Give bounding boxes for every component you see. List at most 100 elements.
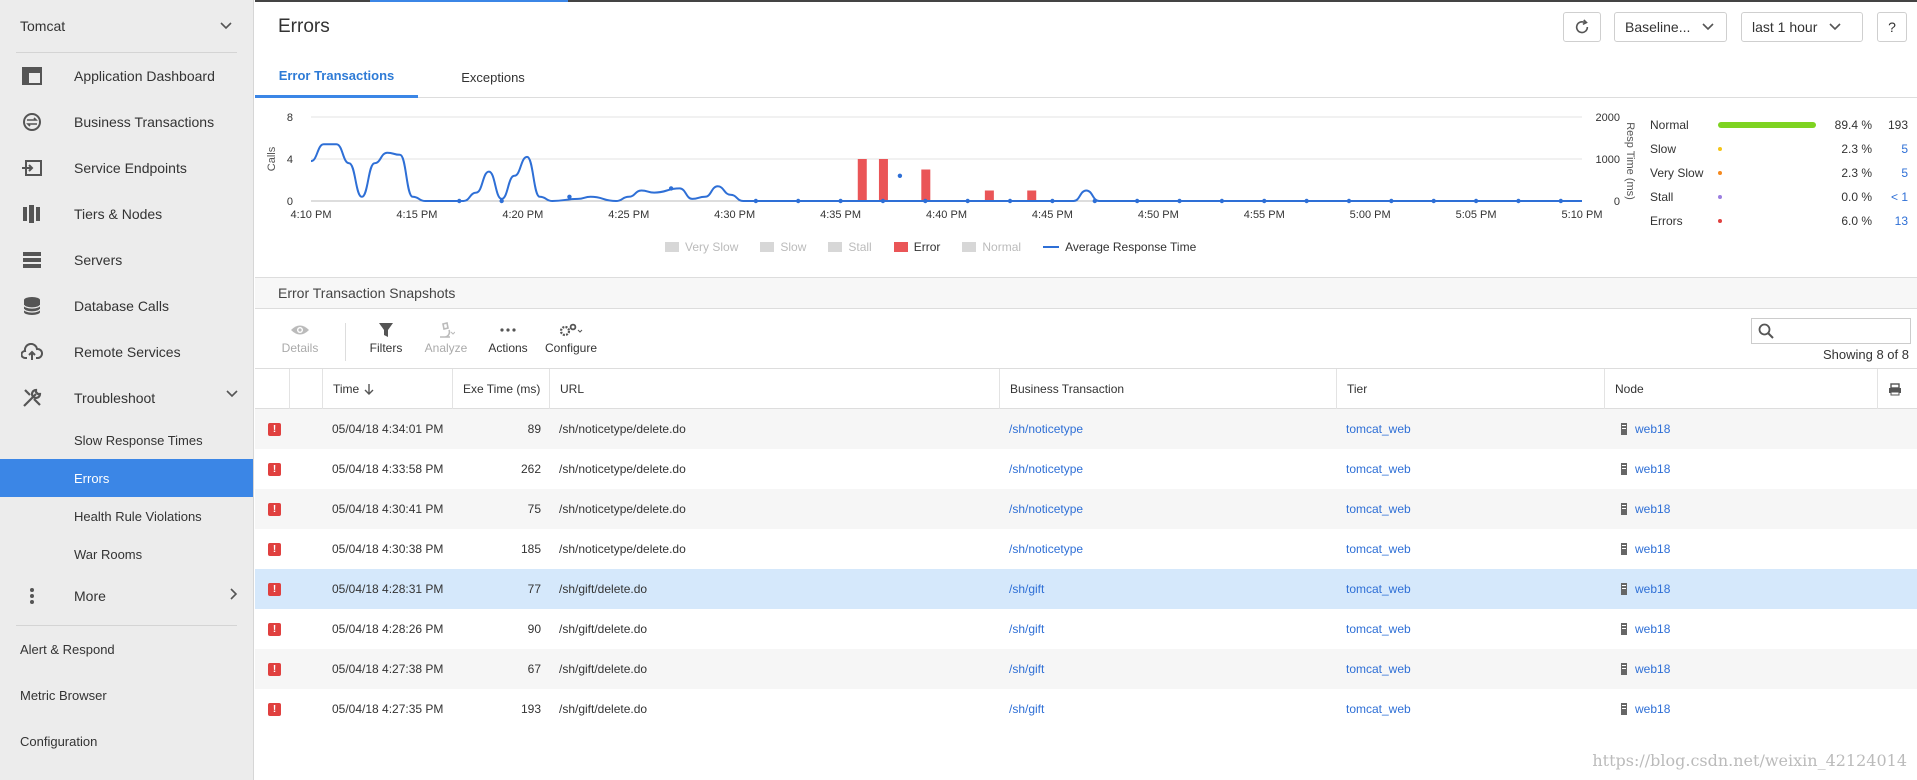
cell-business-transaction-link[interactable]: /sh/gift <box>1009 689 1044 729</box>
cell-tier-link[interactable]: tomcat_web <box>1346 409 1411 449</box>
col-node[interactable]: Node <box>1604 369 1833 409</box>
cell-tier-link[interactable]: tomcat_web <box>1346 489 1411 529</box>
time-range-dropdown[interactable]: last 1 hour <box>1741 12 1863 42</box>
main-panel: Errors Baseline... last 1 hour ? Error T… <box>255 0 1917 780</box>
cell-node-link[interactable]: web18 <box>1635 422 1670 436</box>
nav-metric-browser[interactable]: Metric Browser <box>0 672 253 718</box>
nav-business-transactions[interactable]: Business Transactions <box>0 99 253 145</box>
stat-bar <box>1718 194 1828 200</box>
tab-error-transactions[interactable]: Error Transactions <box>255 56 418 98</box>
cell-node-link[interactable]: web18 <box>1635 662 1670 676</box>
cell-business-transaction-link[interactable]: /sh/noticetype <box>1009 489 1083 529</box>
cell-url: /sh/gift/delete.do <box>559 622 648 636</box>
table-row[interactable]: ! 05/04/18 4:30:38 PM 185/sh/noticetype/de… <box>255 529 1917 569</box>
col-url[interactable]: URL <box>549 369 954 409</box>
legend-very-slow[interactable]: Very Slow <box>665 240 738 254</box>
error-status: ! <box>268 569 281 609</box>
nav-configuration[interactable]: Configuration <box>0 718 253 764</box>
print-column[interactable] <box>1877 369 1917 409</box>
col-exe-time-label: Exe Time (ms) <box>463 382 541 396</box>
toolbar-divider <box>345 323 346 361</box>
app-selector[interactable]: Tomcat <box>0 0 253 52</box>
col-exe-time[interactable]: Exe Time (ms) <box>452 369 549 409</box>
nav-war-rooms[interactable]: War Rooms <box>0 535 253 573</box>
stat-row-errors: Errors 6.0 % 13 <box>1650 209 1912 233</box>
cell-business-transaction-link[interactable]: /sh/noticetype <box>1009 449 1083 489</box>
legend-stall[interactable]: Stall <box>828 240 872 254</box>
nav-remote-services[interactable]: Remote Services <box>0 329 253 375</box>
cell-node-link[interactable]: web18 <box>1635 502 1670 516</box>
legend-error[interactable]: Error <box>893 240 941 254</box>
nav-label: Business Transactions <box>74 114 215 130</box>
error-icon: ! <box>268 462 281 476</box>
error-bar <box>878 159 888 201</box>
table-row[interactable]: ! 05/04/18 4:27:35 PM 193/sh/gift/delete.d… <box>255 689 1917 729</box>
help-button[interactable]: ? <box>1877 12 1907 42</box>
stat-count-link[interactable]: < 1 <box>1872 190 1908 204</box>
nav-service-endpoints[interactable]: Service Endpoints <box>0 145 253 191</box>
baseline-dropdown[interactable]: Baseline... <box>1614 12 1727 42</box>
col-time[interactable]: Time <box>322 369 452 409</box>
cell-node-link[interactable]: web18 <box>1635 582 1670 596</box>
response-time-point <box>838 198 843 204</box>
col-business-transaction[interactable]: Business Transaction <box>999 369 1336 409</box>
nav-more[interactable]: More <box>0 573 253 619</box>
baseline-label: Baseline... <box>1625 19 1691 35</box>
stat-percent: 2.3 % <box>1841 142 1872 156</box>
stat-count-link[interactable]: 193 <box>1872 118 1908 132</box>
nav-database-calls[interactable]: Database Calls <box>0 283 253 329</box>
nav-tiers-nodes[interactable]: Tiers & Nodes <box>0 191 253 237</box>
analyze-button[interactable]: Analyze <box>414 319 478 363</box>
filters-button[interactable]: Filters <box>354 319 418 363</box>
cell-tier-link[interactable]: tomcat_web <box>1346 649 1411 689</box>
error-bar <box>1027 190 1037 201</box>
table-row[interactable]: ! 05/04/18 4:34:01 PM 89/sh/noticetype/del… <box>255 409 1917 449</box>
legend-normal[interactable]: Normal <box>962 240 1021 254</box>
table-row[interactable]: ! 05/04/18 4:27:38 PM 67/sh/gift/delete.do… <box>255 649 1917 689</box>
table-row[interactable]: ! 05/04/18 4:28:31 PM 77/sh/gift/delete.do… <box>255 569 1917 609</box>
table-row[interactable]: ! 05/04/18 4:28:26 PM 90/sh/gift/delete.do… <box>255 609 1917 649</box>
cell-tier-link[interactable]: tomcat_web <box>1346 529 1411 569</box>
nav-errors[interactable]: Errors <box>0 459 253 497</box>
cell-node-link[interactable]: web18 <box>1635 542 1670 556</box>
stat-count-link[interactable]: 13 <box>1872 214 1908 228</box>
actions-button[interactable]: Actions <box>476 319 540 363</box>
cell-tier-link[interactable]: tomcat_web <box>1346 689 1411 729</box>
cell-business-transaction-link[interactable]: /sh/noticetype <box>1009 529 1083 569</box>
stat-count-link[interactable]: 5 <box>1872 166 1908 180</box>
nav-troubleshoot[interactable]: Troubleshoot <box>0 375 253 421</box>
tab-exceptions[interactable]: Exceptions <box>443 56 543 98</box>
cell-node: web18 <box>1621 649 1670 689</box>
response-time-point <box>1516 198 1521 204</box>
nav-alert-respond[interactable]: Alert & Respond <box>0 626 253 672</box>
cell-tier-link[interactable]: tomcat_web <box>1346 569 1411 609</box>
cell-node-link[interactable]: web18 <box>1635 622 1670 636</box>
legend-slow[interactable]: Slow <box>760 240 806 254</box>
cell-business-transaction-link[interactable]: /sh/gift <box>1009 649 1044 689</box>
cell-business-transaction-link[interactable]: /sh/noticetype <box>1009 409 1083 449</box>
configure-button[interactable]: Configure <box>539 319 603 363</box>
cell-node-link[interactable]: web18 <box>1635 702 1670 716</box>
nav-slow-response-times[interactable]: Slow Response Times <box>0 421 253 459</box>
legend-label: Error <box>913 240 941 254</box>
refresh-button[interactable] <box>1563 12 1601 42</box>
nav-health-rule-violations[interactable]: Health Rule Violations <box>0 497 253 535</box>
stat-row-slow: Slow 2.3 % 5 <box>1650 137 1912 161</box>
col-tier[interactable]: Tier <box>1336 369 1604 409</box>
table-row[interactable]: ! 05/04/18 4:30:41 PM 75/sh/noticetype/del… <box>255 489 1917 529</box>
cell-tier-link[interactable]: tomcat_web <box>1346 609 1411 649</box>
nav-application-dashboard[interactable]: Application Dashboard <box>0 53 253 99</box>
stat-count-link[interactable]: 5 <box>1872 142 1908 156</box>
legend-average-response-time[interactable]: Average Response Time <box>1043 240 1196 254</box>
nav-servers[interactable]: Servers <box>0 237 253 283</box>
cell-time: 05/04/18 4:34:01 PM <box>332 422 444 436</box>
cell-node-link[interactable]: web18 <box>1635 462 1670 476</box>
gears-icon <box>559 319 583 341</box>
table-row[interactable]: ! 05/04/18 4:33:58 PM 262/sh/noticetype/de… <box>255 449 1917 489</box>
cell-tier-link[interactable]: tomcat_web <box>1346 449 1411 489</box>
cell-business-transaction-link[interactable]: /sh/gift <box>1009 609 1044 649</box>
cell-business-transaction-link[interactable]: /sh/gift <box>1009 569 1044 609</box>
x-tick-label: 4:15 PM <box>396 209 437 221</box>
details-button[interactable]: Details <box>268 319 332 363</box>
search-box[interactable] <box>1751 318 1911 344</box>
